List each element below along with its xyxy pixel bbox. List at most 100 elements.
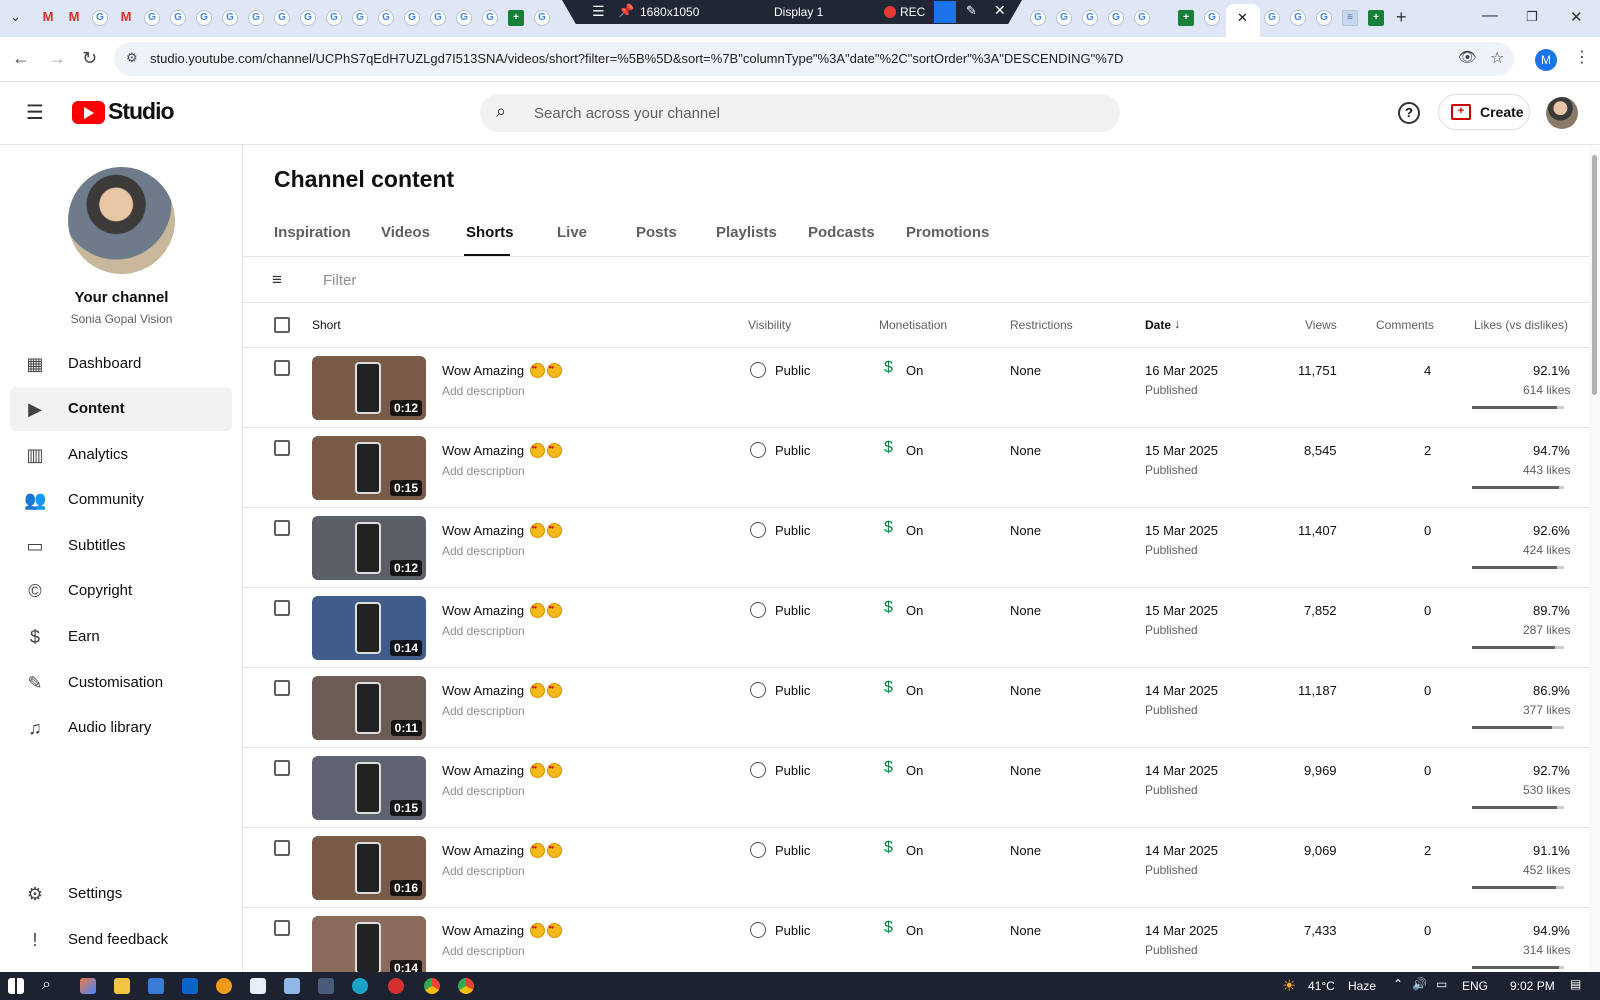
weather-condition[interactable]: Haze xyxy=(1348,979,1376,993)
chrome-icon[interactable] xyxy=(424,978,440,994)
monetisation-value[interactable]: On xyxy=(906,443,923,458)
sidebar-item-analytics[interactable]: ▥ Analytics xyxy=(10,433,232,477)
google-tab-icon[interactable]: G xyxy=(300,10,316,26)
select-all-checkbox[interactable] xyxy=(274,317,290,333)
restore-icon[interactable]: ❐ xyxy=(1526,9,1538,25)
table-row[interactable]: 0:12 Wow Amazing Add description Public … xyxy=(243,508,1589,588)
search-input[interactable]: Search across your channel xyxy=(534,105,720,122)
star-icon[interactable]: ☆ xyxy=(1490,48,1504,68)
short-description[interactable]: Add description xyxy=(442,464,525,478)
search-box[interactable]: ⌕ Search across your channel xyxy=(480,94,1120,132)
hamburger-icon[interactable]: ☰ xyxy=(26,100,44,125)
google-tab-icon[interactable]: G xyxy=(1134,10,1150,26)
notepad-icon[interactable] xyxy=(250,978,266,994)
search-icon[interactable]: ⌕ xyxy=(496,101,506,122)
short-thumbnail[interactable]: 0:15 xyxy=(312,756,426,820)
google-tab-icon[interactable]: G xyxy=(1204,10,1220,26)
google-tab-icon[interactable]: G xyxy=(1264,10,1280,26)
short-thumbnail[interactable]: 0:14 xyxy=(312,916,426,980)
url-box[interactable]: ⚙ studio.youtube.com/channel/UCPhS7qEdH7… xyxy=(114,42,1514,76)
notification-icon[interactable]: ▤ xyxy=(1570,977,1581,991)
tab-search-chevron-icon[interactable]: ⌄ xyxy=(10,9,21,25)
short-title[interactable]: Wow Amazing xyxy=(442,523,562,538)
monetisation-value[interactable]: On xyxy=(906,683,923,698)
short-thumbnail[interactable]: 0:15 xyxy=(312,436,426,500)
short-title-text[interactable]: Wow Amazing xyxy=(442,683,524,698)
new-tab-icon[interactable]: + xyxy=(1396,7,1407,28)
monetisation-value[interactable]: On xyxy=(906,843,923,858)
google-tab-icon[interactable]: G xyxy=(430,10,446,26)
table-row[interactable]: 0:15 Wow Amazing Add description Public … xyxy=(243,428,1589,508)
scrollbar-thumb[interactable] xyxy=(1592,155,1597,395)
visibility-value[interactable]: Public xyxy=(775,363,810,378)
google-tab-icon[interactable]: G xyxy=(1056,10,1072,26)
google-tab-icon[interactable]: G xyxy=(404,10,420,26)
short-title-text[interactable]: Wow Amazing xyxy=(442,523,524,538)
table-row[interactable]: 0:14 Wow Amazing Add description Public … xyxy=(243,588,1589,668)
google-tab-icon[interactable]: G xyxy=(1030,10,1046,26)
studio-logo[interactable]: Studio xyxy=(72,98,202,129)
sidebar-item-settings[interactable]: ⚙ Settings xyxy=(10,872,232,916)
browser-menu-icon[interactable]: ⋮ xyxy=(1574,47,1590,67)
weather-temperature[interactable]: 41°C xyxy=(1308,979,1335,993)
short-title-text[interactable]: Wow Amazing xyxy=(442,443,524,458)
column-header-visibility[interactable]: Visibility xyxy=(748,318,791,332)
menu-icon[interactable]: ☰ xyxy=(592,3,605,20)
row-checkbox[interactable] xyxy=(274,680,290,696)
forward-icon[interactable]: → xyxy=(48,48,66,69)
google-tab-icon[interactable]: G xyxy=(1108,10,1124,26)
channel-avatar[interactable] xyxy=(68,167,175,274)
windows-start-icon[interactable] xyxy=(8,978,24,994)
visibility-value[interactable]: Public xyxy=(775,523,810,538)
recorder-icon[interactable] xyxy=(388,978,404,994)
close-tab-icon[interactable]: ✕ xyxy=(1237,10,1248,26)
google-tab-icon[interactable]: G xyxy=(1316,10,1332,26)
row-checkbox[interactable] xyxy=(274,840,290,856)
google-tab-icon[interactable]: G xyxy=(456,10,472,26)
help-icon[interactable]: ? xyxy=(1398,102,1420,124)
table-row[interactable]: 0:15 Wow Amazing Add description Public … xyxy=(243,748,1589,828)
row-checkbox[interactable] xyxy=(274,600,290,616)
google-tab-icon[interactable]: G xyxy=(274,10,290,26)
short-title[interactable]: Wow Amazing xyxy=(442,443,562,458)
google-tab-icon[interactable]: G xyxy=(170,10,186,26)
app-icon[interactable] xyxy=(284,978,300,994)
short-title[interactable]: Wow Amazing xyxy=(442,763,562,778)
calculator-icon[interactable] xyxy=(318,978,334,994)
visibility-value[interactable]: Public xyxy=(775,603,810,618)
short-title-text[interactable]: Wow Amazing xyxy=(442,923,524,938)
copilot-icon[interactable] xyxy=(80,978,96,994)
short-title[interactable]: Wow Amazing xyxy=(442,363,562,378)
column-header-date[interactable]: Date xyxy=(1145,318,1171,332)
tab-shorts[interactable]: Shorts xyxy=(466,224,514,241)
camera-icon[interactable] xyxy=(934,1,956,23)
profile-avatar[interactable]: M xyxy=(1535,49,1557,71)
sidebar-item-community[interactable]: 👥 Community xyxy=(10,478,232,522)
sheets-tab-icon[interactable]: + xyxy=(1368,10,1384,26)
sidebar-item-subtitles[interactable]: ▭ Subtitles xyxy=(10,524,232,568)
outlook-icon[interactable] xyxy=(182,978,198,994)
docs-tab-icon[interactable]: ≡ xyxy=(1342,10,1358,26)
short-thumbnail[interactable]: 0:14 xyxy=(312,596,426,660)
sheets-tab-icon[interactable]: + xyxy=(508,10,524,26)
short-description[interactable]: Add description xyxy=(442,624,525,638)
google-tab-icon[interactable]: G xyxy=(326,10,342,26)
short-title[interactable]: Wow Amazing xyxy=(442,843,562,858)
short-title[interactable]: Wow Amazing xyxy=(442,683,562,698)
tab-podcasts[interactable]: Podcasts xyxy=(808,224,875,241)
column-header-comments[interactable]: Comments xyxy=(1376,318,1434,332)
google-tab-icon[interactable]: G xyxy=(378,10,394,26)
close-icon[interactable]: ✕ xyxy=(994,2,1006,19)
monetisation-value[interactable]: On xyxy=(906,363,923,378)
row-checkbox[interactable] xyxy=(274,360,290,376)
visibility-value[interactable]: Public xyxy=(775,923,810,938)
tab-live[interactable]: Live xyxy=(557,224,587,241)
pen-icon[interactable]: ✎ xyxy=(966,3,977,19)
visibility-value[interactable]: Public xyxy=(775,683,810,698)
short-description[interactable]: Add description xyxy=(442,784,525,798)
google-tab-icon[interactable]: G xyxy=(248,10,264,26)
monetisation-value[interactable]: On xyxy=(906,523,923,538)
create-button[interactable]: + Create xyxy=(1438,94,1530,130)
short-description[interactable]: Add description xyxy=(442,544,525,558)
table-row[interactable]: 0:11 Wow Amazing Add description Public … xyxy=(243,668,1589,748)
